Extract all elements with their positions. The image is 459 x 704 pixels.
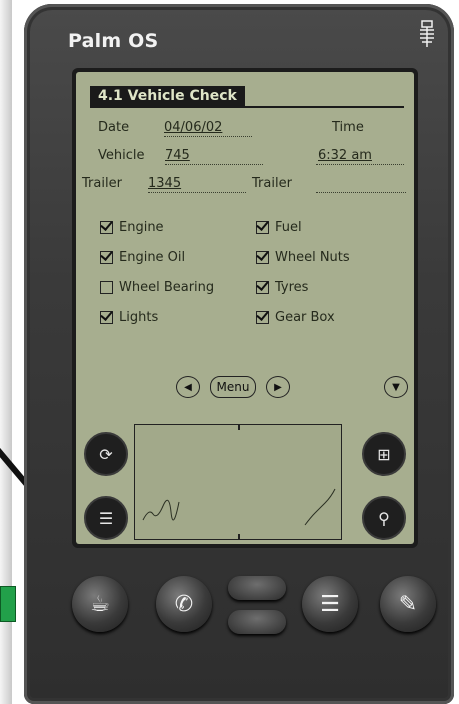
find-silk-button[interactable]: ⚲ (362, 496, 406, 540)
checkbox-icon (100, 221, 113, 234)
menu-button[interactable]: Menu (210, 376, 256, 398)
time-underline (316, 164, 404, 165)
menu-silk-button[interactable]: ☰ (84, 496, 128, 540)
check-label: Wheel Bearing (119, 280, 215, 295)
arrow-right-icon: ▶ (274, 381, 282, 393)
check-lights[interactable]: Lights (100, 310, 158, 325)
memo-hw-button[interactable]: ✎ (380, 576, 436, 632)
arrow-down-icon: ▼ (392, 381, 400, 393)
scroll-down-hw-button[interactable] (228, 610, 286, 634)
vehicle-field[interactable]: 745 (165, 148, 190, 163)
check-engine-oil[interactable]: Engine Oil (100, 250, 185, 265)
check-label: Wheel Nuts (275, 250, 350, 265)
applications-silk-button[interactable]: ⟳ (84, 432, 128, 476)
check-label: Lights (119, 310, 159, 325)
charge-led (0, 586, 16, 622)
calculator-silk-button[interactable]: ⊞ (362, 432, 406, 476)
datebook-hw-button[interactable]: ☕ (72, 576, 128, 632)
phone-hw-button[interactable]: ✆ (156, 576, 212, 632)
palm-logo-icon (420, 20, 434, 47)
check-gear-box[interactable]: Gear Box (256, 310, 335, 325)
check-wheel-bearing[interactable]: Wheel Bearing (100, 280, 214, 295)
check-label: Engine (119, 220, 164, 235)
phone-icon: ✆ (174, 591, 194, 617)
list-icon: ☰ (320, 591, 340, 617)
prev-page-button[interactable]: ◀ (176, 376, 200, 398)
checkbox-icon (256, 221, 269, 234)
check-label: Tyres (275, 280, 309, 295)
trailer-label-2: Trailer (252, 176, 292, 191)
calendar-icon: ☕ (90, 591, 110, 617)
trailer-underline-1 (148, 192, 246, 193)
check-tyres[interactable]: Tyres (256, 280, 308, 295)
next-page-button[interactable]: ▶ (266, 376, 290, 398)
trailer-label-1: Trailer (82, 176, 122, 191)
time-label: Time (332, 120, 364, 135)
todo-hw-button[interactable]: ☰ (302, 576, 358, 632)
vehicle-label: Vehicle (98, 148, 145, 163)
check-engine[interactable]: Engine (100, 220, 164, 235)
time-field[interactable]: 6:32 am (318, 148, 372, 163)
checkbox-icon (100, 281, 113, 294)
form-title: 4.1 Vehicle Check (90, 86, 245, 107)
trailer-underline-2 (316, 192, 406, 193)
check-label: Engine Oil (119, 250, 186, 265)
vehicle-underline (165, 164, 263, 165)
checkbox-icon (256, 311, 269, 324)
search-icon: ⚲ (378, 508, 390, 528)
check-wheel-nuts[interactable]: Wheel Nuts (256, 250, 350, 265)
lcd-screen: 4.1 Vehicle Check Date 04/06/02 Time Veh… (76, 72, 414, 544)
brand-label: Palm OS (68, 30, 159, 52)
checkbox-icon (256, 281, 269, 294)
checkbox-icon (100, 311, 113, 324)
date-underline (164, 136, 252, 137)
date-label: Date (98, 120, 130, 135)
checkbox-icon (100, 251, 113, 264)
graffiti-area[interactable] (134, 424, 342, 540)
menu-icon: ☰ (98, 508, 114, 528)
trailer-field-1[interactable]: 1345 (148, 176, 181, 191)
arrow-left-icon: ◀ (184, 381, 192, 393)
graffiti-letter-hint (142, 488, 336, 526)
check-label: Fuel (275, 220, 302, 235)
home-icon: ⟳ (99, 444, 113, 464)
palm-device: Palm OS 4.1 Vehicle Check Date 04/06/02 … (24, 4, 454, 704)
check-label: Gear Box (275, 310, 335, 325)
lcd-frame: 4.1 Vehicle Check Date 04/06/02 Time Veh… (72, 68, 418, 548)
checkbox-icon (256, 251, 269, 264)
scroll-up-hw-button[interactable] (228, 576, 286, 600)
title-underline (90, 106, 404, 108)
date-field[interactable]: 04/06/02 (164, 120, 222, 135)
calculator-icon: ⊞ (377, 444, 391, 464)
scroll-down-button[interactable]: ▼ (384, 376, 408, 398)
note-icon: ✎ (398, 591, 418, 617)
check-fuel[interactable]: Fuel (256, 220, 302, 235)
